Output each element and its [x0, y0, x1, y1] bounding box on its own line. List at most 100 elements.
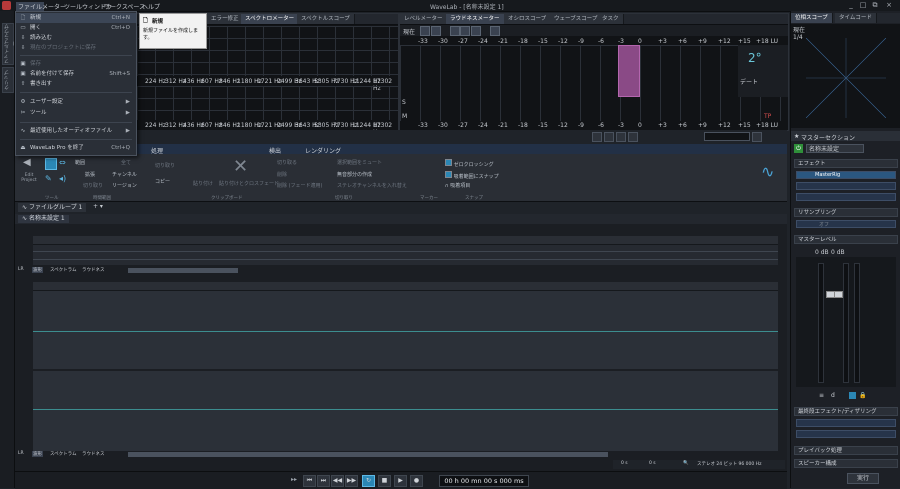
prev-marker-icon[interactable]: ⏭ — [317, 475, 330, 487]
tab-timecode[interactable]: タイムコード — [835, 13, 877, 23]
menu-item-exit[interactable]: ⏏ WaveLab Pro を終了 Ctrl+Q — [16, 143, 136, 153]
overview-scrollbar[interactable] — [128, 268, 238, 273]
power-icon[interactable]: ⏻ — [794, 144, 803, 153]
save-file-icon[interactable] — [616, 132, 626, 142]
channel-button[interactable]: チャンネル — [112, 171, 137, 178]
link-icon[interactable]: ≡ — [819, 392, 824, 399]
minimize-icon[interactable]: _ — [846, 1, 856, 10]
preset-dropdown[interactable] — [704, 132, 750, 141]
lr-toggle[interactable]: LR — [18, 451, 24, 456]
view-tab-spectrum[interactable]: スペクトラム — [50, 267, 77, 273]
tab-error-correction[interactable]: エラー修正 — [207, 14, 244, 24]
menu-item-import[interactable]: ⇩ 読み込む — [16, 33, 136, 43]
render-icon[interactable] — [628, 132, 638, 142]
search-icon[interactable]: 🔍 — [683, 461, 689, 466]
view-tab-loudness[interactable]: ラウドネス — [82, 451, 105, 457]
view-tab-waveform[interactable]: 波形 — [32, 451, 43, 457]
restore-icon[interactable]: ⧉ — [870, 1, 880, 10]
edit-project-button[interactable]: ◀ Edit Project — [17, 157, 41, 191]
menu-item-save-as[interactable]: ▣ 名前を付けて保存 Shift+S — [16, 69, 136, 79]
cut-clip-button[interactable]: 切り取り — [155, 162, 175, 169]
lr-toggle[interactable]: LR — [18, 267, 24, 272]
menu-item-export[interactable]: ⇧ 書き出す — [16, 79, 136, 89]
export-meter-icon[interactable] — [490, 26, 500, 36]
delete-button[interactable]: 削除 — [277, 171, 287, 178]
rewind-icon[interactable]: ◀◀ — [331, 475, 344, 487]
delete-fade-button[interactable]: 削除 (フェード適用) — [277, 182, 323, 189]
menu-help[interactable]: ヘルプ — [142, 2, 160, 11]
extend-button[interactable]: 拡張 — [85, 171, 95, 178]
loop-icon[interactable]: ↻ — [362, 475, 375, 487]
cut-range-button[interactable]: 切り取り — [83, 182, 103, 189]
menu-item-recent[interactable]: ∿ 最近使用したオーディオファイル ▶ — [16, 126, 136, 136]
tab-untitled-file[interactable]: ∿ 名称未設定 1 — [18, 215, 69, 223]
add-tab-icon[interactable]: + ▾ — [93, 203, 103, 210]
tab-level-meter[interactable]: レベルメーター — [400, 14, 448, 24]
tab-task[interactable]: タスク — [598, 14, 624, 24]
select-tool-icon[interactable] — [45, 158, 57, 170]
fader-right-handle[interactable] — [834, 291, 843, 298]
step-icon[interactable] — [471, 26, 481, 36]
view-tab-waveform[interactable]: 波形 — [32, 267, 43, 273]
lock-icon[interactable]: 🔒 — [859, 392, 866, 399]
dither-icon[interactable]: d — [831, 392, 835, 399]
record-icon[interactable]: ● — [410, 475, 423, 487]
paste-button[interactable]: 貼り付け — [193, 180, 213, 187]
main-scrollbar[interactable] — [128, 452, 608, 457]
tab-process[interactable]: 処理 — [151, 146, 163, 155]
snap-items-button[interactable]: ∩ 吸着項目 — [445, 182, 470, 189]
stop-icon[interactable]: ■ — [378, 475, 391, 487]
reset-icon[interactable] — [450, 26, 460, 36]
effect-slot-1[interactable]: MasterRig — [796, 171, 896, 179]
maximize-icon[interactable]: □ — [858, 1, 868, 10]
region-button[interactable]: リージョン — [112, 182, 137, 189]
mono-icon[interactable] — [849, 392, 856, 399]
menu-meter[interactable]: メーター — [42, 2, 66, 11]
pause-icon[interactable] — [460, 26, 470, 36]
tab-spectrum-scope[interactable]: スペクトルスコープ — [297, 14, 355, 24]
tab-phase-scope[interactable]: 位相スコープ — [791, 13, 833, 23]
final-slot-1[interactable] — [796, 419, 896, 427]
tab-render[interactable]: レンダリング — [305, 146, 341, 155]
tab-loudness-meter[interactable]: ラウドネスメーター — [446, 14, 505, 24]
tab-oscilloscope[interactable]: オシロスコープ — [504, 14, 552, 24]
tab-spectrometer[interactable]: スペクトロメーター — [241, 14, 300, 24]
menu-workspace[interactable]: ワークスペース — [104, 2, 145, 11]
refresh-icon[interactable] — [431, 26, 441, 36]
view-tab-spectrum[interactable]: スペクトラム — [50, 451, 77, 457]
range-button[interactable]: 範囲 — [75, 159, 85, 166]
redo-icon[interactable] — [604, 132, 614, 142]
effect-slot-2[interactable] — [796, 182, 896, 190]
tab-wavescope[interactable]: ウェーブスコープ — [550, 14, 603, 24]
fast-forward-icon[interactable]: ▶▶ — [345, 475, 358, 487]
tab-file-browser[interactable]: ファイルブラウザー — [2, 23, 17, 65]
pencil-tool-icon[interactable]: ✎ — [45, 174, 52, 183]
all-button[interactable]: 全て — [121, 159, 131, 166]
menu-item-preferences[interactable]: ⚙ ユーザー設定 ▶ — [16, 97, 136, 107]
menu-item-open[interactable]: ▭ 開く Ctrl+O — [16, 23, 136, 33]
run-button[interactable]: 実行 — [847, 473, 879, 484]
play-icon[interactable]: ▶ — [394, 475, 407, 487]
paste-crossfade-button[interactable]: 貼り付けとクロスフェード — [219, 180, 279, 187]
tab-clip[interactable]: クリップ — [2, 67, 14, 93]
menu-item-new[interactable]: 🗋 新規 Ctrl+N — [16, 13, 136, 23]
zero-crossing-checkbox[interactable]: ゼロクロッシング — [445, 159, 494, 168]
menu-item-tools[interactable]: ✂ ツール ▶ — [16, 108, 136, 118]
view-tab-loudness[interactable]: ラウドネス — [82, 267, 105, 273]
goto-start-icon[interactable]: ⏮ — [303, 475, 316, 487]
effect-slot-3[interactable] — [796, 193, 896, 201]
master-preset-field[interactable]: 名称未設定 — [806, 144, 864, 153]
final-slot-2[interactable] — [796, 430, 896, 438]
time-select-icon[interactable]: ⇔ — [59, 158, 66, 167]
create-silence-button[interactable]: 無音部分の作成 — [337, 171, 372, 178]
settings-icon[interactable] — [752, 132, 762, 142]
tab-detect[interactable]: 検出 — [269, 146, 281, 155]
resampling-slot[interactable]: オフ — [796, 220, 896, 228]
close-icon[interactable]: × — [884, 1, 894, 10]
mute-selection-button[interactable]: 選択範囲をミュート — [337, 159, 382, 166]
speaker-tool-icon[interactable]: ◂) — [59, 174, 66, 183]
swap-channels-button[interactable]: ステレオチャンネルを入れ替え — [337, 182, 407, 189]
copy-button[interactable]: コピー — [155, 178, 170, 185]
tab-file-group[interactable]: ∿ ファイルグループ 1 — [18, 203, 87, 212]
check-icon[interactable] — [420, 26, 430, 36]
